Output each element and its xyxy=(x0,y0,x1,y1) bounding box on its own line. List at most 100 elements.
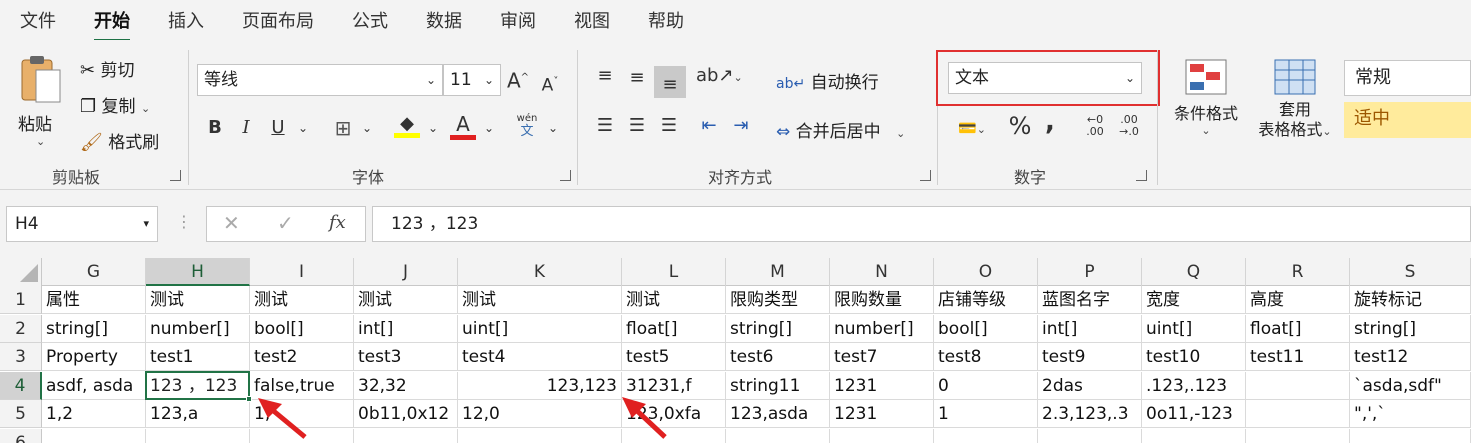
tab-formulas[interactable]: 公式 xyxy=(352,7,388,33)
cell-M2[interactable]: string[] xyxy=(726,314,830,343)
align-middle-icon[interactable]: ≡ xyxy=(624,66,650,90)
worksheet-grid[interactable]: G H I J K L M N O P Q R S 1 属性 测试 测试 测试 测试 测试 限购类型 限购数量 店铺等级 蓝图… xyxy=(0,258,1471,443)
align-top-icon[interactable]: ≡ xyxy=(592,64,618,88)
cell-L5[interactable]: 123,0xfa xyxy=(622,400,726,428)
cell-Q6[interactable] xyxy=(1142,428,1246,443)
cell-Q3[interactable]: test10 xyxy=(1142,343,1246,371)
cell-G2[interactable]: string[] xyxy=(42,314,146,343)
underline-chevron-icon[interactable]: ⌄ xyxy=(296,116,310,140)
cell-K3[interactable]: test4 xyxy=(458,343,622,371)
tab-home[interactable]: 开始 xyxy=(94,7,130,42)
cell-O2[interactable]: bool[] xyxy=(934,314,1038,343)
percent-style-button[interactable]: % xyxy=(1006,114,1034,138)
cell-I4[interactable]: false,true xyxy=(250,371,354,400)
row-header-2[interactable]: 2 xyxy=(0,314,42,343)
style-neutral[interactable]: 适中 xyxy=(1344,102,1471,138)
fill-color-icon[interactable]: ◆ xyxy=(394,112,420,138)
tab-insert[interactable]: 插入 xyxy=(168,7,204,33)
cell-P2[interactable]: int[] xyxy=(1038,314,1142,343)
insert-function-icon[interactable]: fx xyxy=(329,212,346,233)
increase-decimal-icon[interactable]: ←0.00 xyxy=(1080,114,1110,138)
align-center-icon[interactable]: ☰ xyxy=(624,114,650,138)
row-header-1[interactable]: 1 xyxy=(0,286,42,314)
number-format-dropdown[interactable]: 文本 ⌄ xyxy=(948,62,1142,94)
fill-handle[interactable] xyxy=(246,396,252,402)
cell-L4[interactable]: 31231,f xyxy=(622,371,726,400)
cell-J2[interactable]: int[] xyxy=(354,314,458,343)
cell-J1[interactable]: 测试 xyxy=(354,286,458,314)
cell-N4[interactable]: 1231 xyxy=(830,371,934,400)
column-header-S[interactable]: S xyxy=(1350,258,1471,286)
borders-chevron-icon[interactable]: ⌄ xyxy=(360,116,374,140)
cell-K1[interactable]: 测试 xyxy=(458,286,622,314)
cell-S3[interactable]: test12 xyxy=(1350,343,1471,371)
cell-H2[interactable]: number[] xyxy=(146,314,250,343)
column-header-R[interactable]: R xyxy=(1246,258,1350,286)
cell-L2[interactable]: float[] xyxy=(622,314,726,343)
cell-I6[interactable] xyxy=(250,428,354,443)
cell-Q5[interactable]: 0o11,-123 xyxy=(1142,400,1246,428)
cell-G5[interactable]: 1,2 xyxy=(42,400,146,428)
bold-button[interactable]: B xyxy=(205,116,225,140)
cell-N5[interactable]: 1231 xyxy=(830,400,934,428)
column-header-J[interactable]: J xyxy=(354,258,458,286)
fill-chevron-icon[interactable]: ⌄ xyxy=(426,116,440,140)
tab-review[interactable]: 审阅 xyxy=(500,7,536,33)
column-header-K[interactable]: K xyxy=(458,258,622,286)
cell-Q1[interactable]: 宽度 xyxy=(1142,286,1246,314)
align-right-icon[interactable]: ☰ xyxy=(656,114,682,138)
clipboard-launcher-icon[interactable] xyxy=(170,170,181,181)
cell-R2[interactable]: float[] xyxy=(1246,314,1350,343)
format-as-table-button[interactable]: 套用 表格格式⌄ xyxy=(1250,58,1340,142)
style-normal[interactable]: 常规 xyxy=(1344,60,1471,96)
cell-O6[interactable] xyxy=(934,428,1038,443)
cell-J3[interactable]: test3 xyxy=(354,343,458,371)
row-header-4[interactable]: 4 xyxy=(0,371,42,400)
cell-G4[interactable]: asdf, asda xyxy=(42,371,146,400)
align-bottom-icon[interactable]: ≡ xyxy=(654,66,686,98)
column-header-P[interactable]: P xyxy=(1038,258,1142,286)
cell-P3[interactable]: test9 xyxy=(1038,343,1142,371)
cell-R6[interactable] xyxy=(1246,428,1350,443)
cell-S1[interactable]: 旋转标记 xyxy=(1350,286,1471,314)
cell-P4[interactable]: 2das xyxy=(1038,371,1142,400)
cell-O5[interactable]: 1 xyxy=(934,400,1038,428)
font-name-dropdown[interactable]: 等线 ⌄ xyxy=(197,64,443,96)
cell-M3[interactable]: test6 xyxy=(726,343,830,371)
align-left-icon[interactable]: ☰ xyxy=(592,114,618,138)
cancel-icon[interactable]: ✕ xyxy=(223,211,240,235)
cell-N1[interactable]: 限购数量 xyxy=(830,286,934,314)
enter-icon[interactable]: ✓ xyxy=(277,211,294,235)
cell-G1[interactable]: 属性 xyxy=(42,286,146,314)
cell-I3[interactable]: test2 xyxy=(250,343,354,371)
wrap-text-button[interactable]: ab↵ 自动换行 xyxy=(776,68,879,93)
column-header-M[interactable]: M xyxy=(726,258,830,286)
tab-data[interactable]: 数据 xyxy=(426,7,462,33)
cell-P6[interactable] xyxy=(1038,428,1142,443)
underline-button[interactable]: U xyxy=(268,116,288,140)
font-launcher-icon[interactable] xyxy=(560,170,571,181)
cell-S2[interactable]: string[] xyxy=(1350,314,1471,343)
conditional-formatting-button[interactable]: 条件格式 ⌄ xyxy=(1168,58,1244,137)
cell-G3[interactable]: Property xyxy=(42,343,146,371)
cell-G6[interactable] xyxy=(42,428,146,443)
decrease-decimal-icon[interactable]: .00 →.0 xyxy=(1114,114,1144,138)
tab-file[interactable]: 文件 xyxy=(20,7,56,33)
cell-K4[interactable]: 123,123 xyxy=(458,371,622,400)
cell-Q4[interactable]: .123,.123 xyxy=(1142,371,1246,400)
cell-L3[interactable]: test5 xyxy=(622,343,726,371)
font-color-chevron-icon[interactable]: ⌄ xyxy=(482,116,496,140)
column-header-Q[interactable]: Q xyxy=(1142,258,1246,286)
cell-H1[interactable]: 测试 xyxy=(146,286,250,314)
font-color-icon[interactable]: A xyxy=(450,112,476,140)
cell-M5[interactable]: 123,asda xyxy=(726,400,830,428)
accounting-format-icon[interactable]: 💳⌄ xyxy=(952,116,992,142)
cell-N2[interactable]: number[] xyxy=(830,314,934,343)
cell-L6[interactable] xyxy=(622,428,726,443)
cell-R5[interactable] xyxy=(1246,400,1350,428)
cell-O4[interactable]: 0 xyxy=(934,371,1038,400)
cell-H5[interactable]: 123,a xyxy=(146,400,250,428)
borders-icon[interactable]: ⊞ xyxy=(330,116,356,140)
cell-S5[interactable]: ",',` xyxy=(1350,400,1471,428)
cell-J6[interactable] xyxy=(354,428,458,443)
